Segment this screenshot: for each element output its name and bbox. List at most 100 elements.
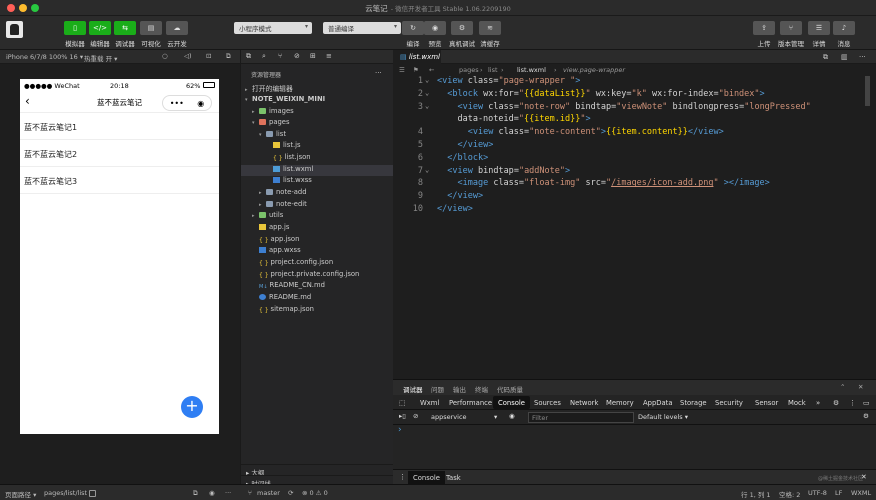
copy-icon[interactable] [89, 490, 96, 497]
tree-item[interactable]: { } app.json [241, 235, 394, 247]
tab-performance[interactable]: Performance [449, 399, 492, 407]
preview-button[interactable]: ◉ [424, 21, 446, 35]
add-note-button[interactable]: + [181, 396, 203, 418]
code-line[interactable]: 6 </block> [393, 153, 863, 166]
branch-icon[interactable]: ⑂ [278, 52, 282, 60]
tab-mock[interactable]: Mock [788, 399, 806, 407]
hot-reload-select[interactable]: 热重载 开 ▾ [84, 53, 117, 63]
chevron-up-icon[interactable]: ⌃ [840, 383, 845, 391]
tree-item[interactable]: list.wxml [241, 164, 394, 177]
list-icon[interactable]: ≡ [326, 52, 332, 60]
tree-item[interactable]: ▸ images [241, 107, 394, 119]
tab-terminal[interactable]: 终端 [475, 384, 488, 394]
tab-storage[interactable]: Storage [680, 399, 707, 407]
filter-input[interactable]: Filter [528, 412, 634, 423]
outline-section[interactable]: ▸ 大纲 [241, 464, 394, 477]
fold-icon[interactable]: ⌄ [425, 76, 431, 84]
tab-security[interactable]: Security [715, 399, 743, 407]
drawer-tab-task[interactable]: Task [446, 474, 461, 482]
search-icon[interactable]: ⌕ [262, 52, 266, 61]
more-icon[interactable]: ⋮ [849, 399, 856, 407]
mode-select[interactable]: 小程序模式 ▾ [234, 22, 312, 34]
compile-select[interactable]: 普通编译 ▾ [323, 22, 401, 34]
crumb[interactable]: pages [459, 66, 479, 74]
remote-debug-button[interactable]: ⚙ [451, 21, 473, 35]
open-editors-section[interactable]: ▸ 打开的编辑器 [241, 83, 394, 95]
console-prompt[interactable]: › [398, 425, 402, 435]
tab-wxml[interactable]: Wxml [420, 399, 439, 407]
crumb[interactable]: list [488, 66, 498, 74]
fold-icon[interactable]: ⌄ [425, 89, 431, 97]
tree-item[interactable]: ▾ list [241, 130, 394, 142]
tab-debugger[interactable]: 调试器 [403, 384, 423, 394]
tab-output[interactable]: 输出 [453, 384, 466, 394]
fold-icon[interactable]: ⌄ [425, 102, 431, 110]
simulator-button[interactable]: ▯ [64, 21, 86, 35]
columns-icon[interactable]: ▥ [841, 53, 848, 61]
bookmark-icon[interactable]: ☰ [399, 66, 405, 74]
clear-cache-button[interactable]: ≋ [479, 21, 501, 35]
details-button[interactable]: ☰ [808, 21, 830, 35]
encoding[interactable]: UTF-8 [808, 489, 827, 497]
tree-item[interactable]: ▸ note-add [241, 188, 394, 200]
circle-icon[interactable]: ○ [162, 52, 168, 60]
version-button[interactable]: ⑂ [780, 21, 802, 35]
more-icon[interactable]: ⋮ [399, 473, 406, 481]
debugger-button[interactable]: ⇆ [114, 21, 136, 35]
close-icon[interactable]: ✕ [858, 383, 863, 391]
tab-code-quality[interactable]: 代码质量 [497, 384, 523, 394]
compile-button[interactable]: ↻ [402, 21, 424, 35]
crumb[interactable]: list.wxml [517, 66, 546, 74]
popout-icon[interactable]: ⧉ [226, 52, 231, 61]
gear-icon[interactable]: ⚙ [863, 412, 869, 420]
crumb[interactable]: view.page-wrapper [563, 66, 625, 74]
code-editor[interactable]: 1 ⌄ <view class="page-wrapper "> 2 ⌄ <block … [393, 76, 876, 379]
tab-list-wxml[interactable]: ▤ list.wxml [393, 50, 441, 64]
console-output[interactable]: › [393, 425, 876, 469]
tab-memory[interactable]: Memory [606, 399, 634, 407]
close-target-icon[interactable]: ◉ [197, 99, 204, 108]
tree-item[interactable]: { } project.config.json [241, 258, 394, 270]
note-item[interactable]: 蓝不蓝云笔记2 [20, 140, 219, 167]
tree-item[interactable]: M↓ README_CN.md [241, 281, 394, 293]
tree-item[interactable]: ▸ note-edit [241, 200, 394, 212]
more-icon[interactable]: ··· [225, 489, 231, 497]
back-icon[interactable]: ← [429, 66, 434, 74]
more-icon[interactable]: ··· [859, 53, 866, 61]
line-ending[interactable]: LF [835, 489, 842, 497]
fold-icon[interactable]: ⌄ [425, 166, 431, 174]
sync-icon[interactable]: ⟳ [288, 489, 293, 497]
screen-icon[interactable]: ⊡ [206, 52, 211, 60]
eye-icon[interactable]: ◉ [209, 489, 215, 497]
project-section[interactable]: ▾ NOTE_WEIXIN_MINI [241, 95, 394, 107]
cloud-button[interactable]: ☁ [166, 21, 188, 35]
debug-icon[interactable]: ⊘ [294, 52, 300, 60]
tree-item[interactable]: list.wxss [241, 176, 394, 188]
scrollbar[interactable] [865, 76, 870, 106]
messages-button[interactable]: ♪ [833, 21, 855, 35]
code-line[interactable]: 10 </view> [393, 204, 863, 217]
language-mode[interactable]: WXML [851, 489, 871, 497]
code-line[interactable]: 9 </view> [393, 191, 863, 204]
inspect-icon[interactable]: ⬚ [399, 399, 405, 407]
menu-capsule[interactable]: ••• ◉ [162, 95, 212, 111]
tree-item[interactable]: README.md [241, 293, 394, 305]
sidebar-icon[interactable]: ▸▯ [399, 412, 406, 420]
avatar[interactable] [6, 21, 23, 38]
files-icon[interactable]: ⧉ [193, 489, 198, 498]
code-line[interactable]: 1 ⌄ <view class="page-wrapper "> [393, 76, 863, 89]
code-line[interactable]: 3 ⌄ <view class="note-row" bindtap="viewN… [393, 102, 863, 115]
dock-icon[interactable]: ▭ [863, 399, 869, 407]
tree-item[interactable]: ▸ utils [241, 211, 394, 223]
tab-sources[interactable]: Sources [534, 399, 561, 407]
note-item[interactable]: 蓝不蓝云笔记1 [20, 113, 219, 140]
clear-console-icon[interactable]: ⊘ [413, 412, 418, 420]
more-icon[interactable]: ··· [375, 69, 382, 77]
tab-network[interactable]: Network [570, 399, 598, 407]
tree-item[interactable]: list.js [241, 141, 394, 153]
code-line[interactable]: 4 <view class="note-content">{{item.cont… [393, 127, 863, 140]
visual-button[interactable]: ▤ [140, 21, 162, 35]
problems-count[interactable]: ⊗ 0 ⚠ 0 [302, 489, 328, 497]
git-branch[interactable]: master [257, 489, 280, 497]
context-select[interactable]: appservice [431, 413, 467, 421]
